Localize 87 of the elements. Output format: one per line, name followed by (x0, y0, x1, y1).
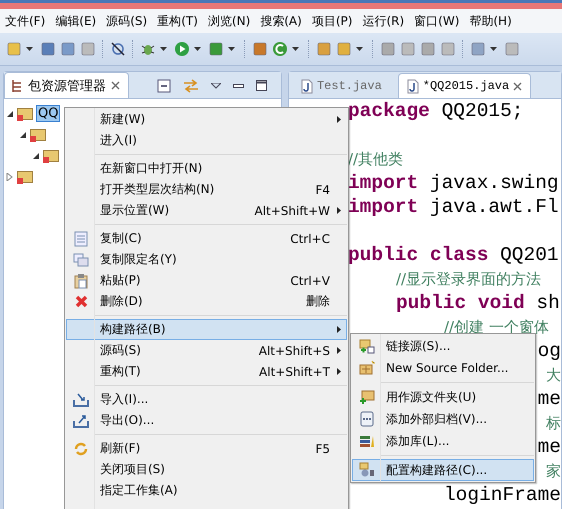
folder-link-icon (359, 338, 375, 354)
menu-item[interactable]: 添加库(L)... (352, 430, 534, 452)
new-class-icon[interactable] (272, 41, 288, 57)
menu-item[interactable]: 显示位置(W) Alt+Shift+W (66, 200, 347, 221)
menu-bar-item[interactable]: 帮助(H) (467, 12, 520, 30)
menu-item[interactable]: 链接源(S)... (352, 335, 534, 357)
paste-icon (74, 272, 88, 288)
expanded-arrow-icon[interactable] (6, 110, 14, 118)
code-line: public class QQ201 (348, 243, 559, 267)
menu-item[interactable]: 刷新(F) F5 (66, 438, 347, 459)
editor-tab[interactable]: Test.java (292, 74, 390, 98)
code-comment: 标 (546, 413, 561, 434)
minimize-icon[interactable] (232, 84, 244, 88)
view-menu-icon[interactable] (210, 82, 221, 88)
package-folder-icon (30, 127, 46, 142)
dropdown-caret-icon[interactable] (194, 47, 201, 51)
code-line: me (538, 435, 561, 459)
copy-icon (73, 252, 89, 266)
dropdown-caret-icon[interactable] (292, 47, 299, 51)
menu-item[interactable]: 导出(O)... (66, 410, 347, 431)
delete-icon (74, 295, 88, 308)
menu-bar-item[interactable]: 项目(P) (310, 12, 360, 30)
menu-item[interactable]: 指定工作集(A) (66, 480, 347, 501)
menu-item[interactable]: 在新窗口中打开(N) (66, 158, 347, 179)
menu-item[interactable]: 添加外部归档(V)... (352, 408, 534, 430)
menu-bar-item[interactable]: 运行(R) (360, 12, 412, 30)
skip-breakpoints-icon[interactable] (110, 41, 126, 57)
menu-item[interactable]: 源码(S) Alt+Shift+S (66, 340, 347, 361)
menu-item[interactable]: 新建(W) (66, 109, 347, 130)
code-line: public void sh (396, 291, 560, 315)
close-icon[interactable] (111, 81, 120, 90)
menu-item[interactable]: 关闭项目(S) (66, 459, 347, 480)
expanded-arrow-icon[interactable] (19, 130, 27, 138)
menu-item[interactable]: 用作源文件夹(U) (352, 386, 534, 408)
import-icon (73, 392, 89, 406)
dropdown-caret-icon[interactable] (490, 47, 497, 51)
code-line: import javax.swing (348, 171, 559, 195)
code-line: import java.awt.Fl (348, 195, 559, 219)
code-line: package QQ2015; (348, 99, 524, 123)
package-folder-icon (43, 148, 59, 163)
refresh-icon (74, 442, 88, 456)
menu-item[interactable]: 复制(C) Ctrl+C (66, 228, 347, 249)
configure-icon (359, 462, 375, 478)
menu-bar-item[interactable]: 浏览(N) (206, 12, 258, 30)
expanded-arrow-icon[interactable] (32, 152, 40, 160)
menu-item[interactable]: 复制限定名(Y) (66, 249, 347, 270)
code-comment: 大 (546, 365, 561, 386)
copy-icon (74, 230, 88, 246)
code-line: loginFrame (444, 483, 561, 507)
code-line: me (538, 387, 561, 411)
java-file-icon (406, 78, 419, 94)
dropdown-caret-icon[interactable] (356, 47, 363, 51)
menu-item[interactable]: 打开类型层次结构(N) F4 (66, 179, 347, 200)
menu-item[interactable]: 配置构建路径(C)... (352, 459, 534, 481)
menu-bar-item[interactable]: 编辑(E) (53, 12, 104, 30)
java-file-icon (300, 78, 313, 94)
panel-tab[interactable]: 包资源管理器 (4, 72, 129, 98)
menu-item[interactable]: New Source Folder... (352, 357, 534, 379)
archive-icon (360, 411, 374, 427)
menu-bar-item[interactable]: 重构(T) (155, 12, 206, 30)
code-comment: //显示登录界面的方法 (396, 269, 542, 290)
menu-item[interactable]: 粘贴(P) Ctrl+V (66, 270, 347, 291)
menu-bar-item[interactable]: 文件(F) (3, 12, 54, 30)
menu-item[interactable]: 删除(D) 删除 (66, 291, 347, 312)
menu-item[interactable]: 导入(I)... (66, 389, 347, 410)
menu-bar-item[interactable]: 搜索(A) (258, 12, 310, 30)
export-icon (73, 414, 89, 428)
menu-item[interactable]: 重构(T) Alt+Shift+T (66, 361, 347, 382)
code-line: og (538, 339, 561, 363)
hierarchy-icon (11, 78, 23, 92)
menu-item[interactable]: 构建路径(B) (66, 319, 347, 340)
close-icon[interactable] (513, 82, 522, 90)
collapsed-arrow-icon[interactable] (6, 172, 14, 180)
dropdown-caret-icon[interactable] (228, 47, 235, 51)
dropdown-caret-icon[interactable] (160, 47, 167, 51)
menu-item[interactable]: 进入(I) (66, 130, 347, 151)
package-folder-icon (359, 360, 375, 376)
tree-item[interactable]: QQ (36, 105, 60, 122)
project-folder-icon (17, 106, 33, 121)
menu-bar-item[interactable]: 窗口(W) (412, 12, 468, 30)
code-comment: 家 (546, 461, 561, 482)
menu-bar-item[interactable]: 源码(S) (104, 12, 156, 30)
editor-tab[interactable]: *QQ2015.java (398, 73, 532, 98)
dropdown-caret-icon[interactable] (26, 47, 33, 51)
collapse-all-icon[interactable] (156, 78, 171, 92)
package-folder-icon (359, 389, 375, 405)
maximize-icon[interactable] (256, 80, 267, 91)
